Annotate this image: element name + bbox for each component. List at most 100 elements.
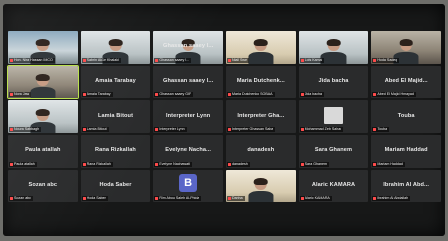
participant-tile[interactable]: Sara Ghanem Sara Ghanem: [298, 135, 369, 168]
participant-name-label: Amaia Tarabay: [81, 92, 113, 98]
participant-name: Lamia Bitout: [97, 112, 134, 119]
participant-label-text: Hoda Sadeq: [377, 57, 398, 62]
participant-label-text: Nora Jaw: [14, 92, 30, 97]
participant-name-label: Mohammad Zeb Sahar: [299, 127, 344, 132]
muted-mic-icon: [155, 58, 159, 62]
participant-tile[interactable]: Lois Kamal: [298, 31, 369, 64]
participant-tile[interactable]: Evelyne Nacha... Evelyne Nachawati: [153, 135, 223, 168]
participant-name-label: Hon. Nira Hassan IMCO: [9, 57, 55, 63]
participant-name: Paula atallah: [25, 147, 61, 154]
participant-label-text: Interpreter Ghassan Saba: [231, 127, 274, 131]
participant-name-label: Darina: [226, 196, 245, 202]
participant-tile[interactable]: Mariam Haddad Mariam Haddad: [371, 135, 441, 168]
muted-mic-icon: [300, 128, 304, 131]
participant-name: Ibrahim Al Abd...: [383, 182, 430, 189]
participant-label-text: Sabrin Ak1e Khalaki: [86, 57, 119, 62]
participant-name-label: Noura Sabbagh: [9, 127, 42, 132]
muted-mic-icon: [373, 93, 377, 97]
participant-tile[interactable]: Mohammad Zeb Sahar: [298, 100, 369, 133]
participant-name: Sozan abc: [28, 182, 58, 189]
participant-tile[interactable]: Darina: [225, 169, 296, 203]
participant-tile[interactable]: Interpreter Lynn Interpreter Lynn: [153, 100, 223, 133]
participant-tile[interactable]: Hoda Saber Hoda Saber: [80, 169, 151, 203]
muted-mic-icon: [373, 162, 377, 166]
participant-tile[interactable]: Nora Jaw: [7, 64, 79, 100]
muted-mic-icon: [82, 162, 86, 166]
participant-name: Evelyne Nacha...: [165, 147, 212, 154]
muted-mic-icon: [82, 197, 86, 201]
avatar: B: [179, 174, 198, 193]
participant-tile[interactable]: Jida bacha Jida bacha: [298, 65, 369, 99]
participant-label-text: Hoda Saber: [86, 196, 106, 201]
participant-name-label: Evelyne Nachawati: [154, 161, 192, 167]
participant-label-text: Paula atallah: [14, 161, 35, 166]
participant-tile[interactable]: Interpreter Gha... Interpreter Ghassan Sa…: [225, 100, 296, 133]
participant-tile[interactable]: danadesh danadesh: [225, 135, 296, 168]
participant-name-label: Alaric KAMARA: [299, 196, 332, 202]
participant-tile[interactable]: Rana Rizkallah Rana Rizkallah: [80, 135, 151, 168]
participant-label-text: Jida bacha: [304, 92, 323, 97]
participant-tile[interactable]: Hon. Nira Hassan IMCO: [8, 31, 78, 64]
participant-label-text: Darina: [231, 196, 243, 201]
participant-tile[interactable]: Ghassan saaey l... Ghassan saaey GIF: [153, 65, 223, 99]
participant-name-label: Niall Swe: [226, 57, 249, 63]
muted-mic-icon: [82, 128, 86, 131]
muted-mic-icon: [155, 197, 159, 201]
participant-tile[interactable]: Ghassan saaey l... Ghassan saaey l...: [153, 31, 223, 64]
participant-tile[interactable]: Lamia Bitout Lamia Bitout: [80, 100, 151, 133]
participant-label-text: Lamia Bitout: [86, 127, 107, 131]
muted-mic-icon: [155, 162, 159, 166]
muted-mic-icon: [300, 197, 304, 201]
participant-name: Ghassan saaey l...: [163, 78, 214, 85]
participant-tile[interactable]: Noura Sabbagh: [8, 100, 78, 133]
participant-label-text: Lois Kamal: [304, 57, 323, 62]
participant-name-label: Touba: [372, 127, 390, 132]
muted-mic-icon: [155, 128, 159, 131]
participant-label-text: Rana Rizkallah: [86, 161, 111, 166]
participant-name: Sara Ghanem: [314, 147, 353, 154]
participant-tile[interactable]: B Rim Abou Saleh Al-Phida: [153, 169, 223, 203]
participant-tile[interactable]: Maria Dutchenk... Maria Dutchenko SOBAA: [225, 65, 296, 99]
participant-name-label: Ghassan saaey l...: [154, 57, 192, 63]
participant-name: Touba: [397, 112, 415, 119]
muted-mic-icon: [373, 197, 377, 201]
person-silhouette: [248, 177, 274, 203]
participant-label-text: Amaia Tarabay: [86, 92, 111, 97]
muted-mic-icon: [300, 58, 304, 62]
participant-label-text: Alaric KAMARA: [304, 196, 330, 201]
participant-name-label: Interpreter Ghassan Saba: [226, 127, 276, 132]
participant-label-text: Hon. Nira Hassan IMCO: [14, 57, 53, 62]
participant-name-label: Abed El Majid Hmayad: [372, 92, 416, 98]
participant-name: Rana Rizkallah: [95, 147, 136, 154]
participant-tile[interactable]: Sabrin Ak1e Khalaki: [80, 31, 151, 64]
participant-name-label: Jida bacha: [299, 92, 325, 98]
participant-name-label: Lamia Bitout: [81, 127, 109, 132]
participant-tile[interactable]: Sozan abc Sozan abc: [8, 169, 78, 203]
participant-tile[interactable]: Abed El Majid... Abed El Majid Hmayad: [371, 65, 441, 99]
participant-label-text: Niall Swe: [231, 57, 247, 62]
participant-label-text: Ibrahim Al Abdallah: [377, 196, 409, 201]
participant-name: Amaia Tarabay: [95, 78, 136, 85]
participant-name-label: Sara Ghanem: [299, 161, 330, 167]
participant-tile[interactable]: Niall Swe: [225, 31, 296, 64]
participant-label-text: Noura Sabbagh: [14, 127, 40, 131]
participant-name-label: Rana Rizkallah: [81, 161, 113, 167]
participant-label-text: Maria Dutchenko SOBAA: [231, 92, 273, 97]
participant-tile[interactable]: Touba Touba: [371, 100, 441, 133]
muted-mic-icon: [82, 93, 86, 97]
profile-picture: [323, 106, 344, 124]
participant-name: danadesh: [247, 147, 275, 154]
participant-tile[interactable]: Amaia Tarabay Amaia Tarabay: [80, 65, 151, 99]
participant-label-text: Abed El Majid Hmayad: [377, 92, 414, 97]
participant-label-text: Ghassan saaey l...: [159, 57, 190, 62]
muted-mic-icon: [10, 162, 13, 166]
participant-name: Interpreter Lynn: [166, 112, 211, 119]
participant-tile[interactable]: Paula atallah Paula atallah: [8, 135, 78, 168]
participant-tile[interactable]: Alaric KAMARA Alaric KAMARA: [298, 169, 369, 203]
muted-mic-icon: [227, 58, 231, 62]
muted-mic-icon: [10, 128, 13, 131]
participant-tile[interactable]: Ibrahim Al Abd... Ibrahim Al Abdallah: [371, 169, 441, 203]
participant-tile[interactable]: Hoda Sadeq: [371, 31, 441, 64]
muted-mic-icon: [227, 197, 231, 201]
muted-mic-icon: [155, 93, 159, 97]
